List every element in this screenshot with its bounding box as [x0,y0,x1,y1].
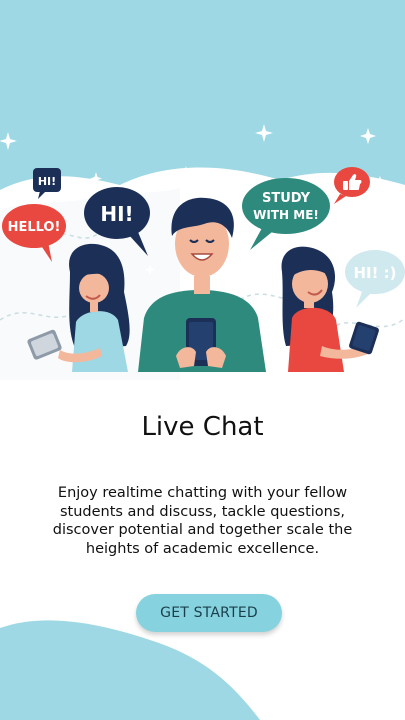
get-started-button[interactable]: GET STARTED [136,594,282,632]
svg-text:HI!: HI! [100,202,133,226]
svg-text:HI!: HI! [38,175,56,188]
page-title: Live Chat [141,412,264,442]
svg-text:WITH ME!: WITH ME! [253,208,319,222]
svg-text:HELLO!: HELLO! [8,220,61,235]
live-chat-illustration: HI! HELLO! HI! STUDY WITH ME! HI!:) [0,0,405,380]
page-description: Enjoy realtime chatting with your fellow… [52,485,353,557]
onboarding-screen: HI! HELLO! HI! STUDY WITH ME! HI!:) Liv… [0,0,405,720]
svg-text:HI! :): HI! :) [353,264,396,282]
svg-text:STUDY: STUDY [262,191,311,206]
